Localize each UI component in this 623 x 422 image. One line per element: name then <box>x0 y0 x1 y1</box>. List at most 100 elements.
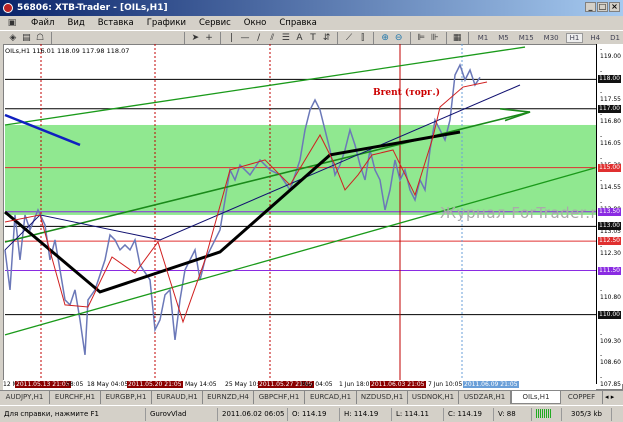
timeframe-m30[interactable]: M30 <box>541 34 562 42</box>
app-menu-icon[interactable]: ▣ <box>6 17 18 29</box>
price-tick: - 109.30 <box>600 331 621 346</box>
level-price-badge: 113.00 <box>598 222 621 231</box>
cursor-icon[interactable]: ➤ <box>191 32 201 44</box>
menu-tools[interactable]: Сервис <box>199 18 231 28</box>
level-price-badge: 113.50 <box>598 207 621 216</box>
status-profile: GurovVlad <box>146 407 218 421</box>
price-tick: - 107.85 <box>600 373 621 388</box>
indicators-icon[interactable]: ▦ <box>452 32 462 44</box>
chart-tabs: AUDJPY,H1 EURCHF,H1 EURGBP,H1 EURAUD,H1 EURN… <box>0 390 623 404</box>
timeframe-m1[interactable]: M1 <box>475 34 492 42</box>
level-price-badge: 112.50 <box>598 237 621 246</box>
autoscroll-icon[interactable]: ⊫ <box>416 32 426 44</box>
status-volume: V: 88 <box>494 407 532 421</box>
price-tick: - 116.05 <box>600 132 621 147</box>
channel-icon[interactable]: ⫽ <box>267 32 277 44</box>
status-low: L: 114.11 <box>392 407 444 421</box>
time-axis[interactable]: 12 May 2011.05.13 21:05 08:05 18 May 04:05 2… <box>3 380 596 390</box>
menu-insert[interactable]: Вставка <box>98 18 134 28</box>
status-datetime: 2011.06.02 06:05 <box>218 407 288 421</box>
close-button[interactable]: × <box>609 2 620 12</box>
menu-help[interactable]: Справка <box>279 18 316 28</box>
time-label: 2011.06.03 21:05 <box>370 381 426 388</box>
chart-tab[interactable]: USDZAR,H1 <box>459 391 511 404</box>
channel-upper-line <box>4 46 526 126</box>
chart-tab[interactable]: NZDUSD,H1 <box>357 391 408 404</box>
time-label: 2011.06.09 21:05 <box>463 381 519 388</box>
status-bar: Для справки, нажмите F1 GurovVlad 2011.0… <box>0 405 623 422</box>
text-icon[interactable]: A <box>295 32 305 44</box>
menu-file[interactable]: Файл <box>31 18 54 28</box>
toolbar: ◈ ▤ ☖ ➤ + | — / ⫽ ☰ A T ⇵ ⟋ ⫿ ⊕ ⊖ ⊫ ⊪ ▦ … <box>0 30 623 44</box>
crosshair-icon[interactable]: + <box>204 32 214 44</box>
minimize-button[interactable]: _ <box>585 2 596 12</box>
symbol-info: OILs,H1 116.01 118.09 117.98 118.07 <box>5 47 130 55</box>
price-tick: - 110.80 <box>600 287 621 302</box>
status-close: C: 114.19 <box>444 407 494 421</box>
chart-tab[interactable]: AUDJPY,H1 <box>0 391 50 404</box>
title-bar: 56806: XTB-Trader - [OILs,H1] _ □ × <box>0 0 623 16</box>
time-label: May 14:05 <box>185 381 217 388</box>
time-label: 2011.05.20 21:05 <box>127 381 183 388</box>
time-label: 1 Jun 18:0 <box>339 381 370 388</box>
zoom-in-icon[interactable]: ⊕ <box>380 32 390 44</box>
time-label: May 04:05 <box>301 381 333 388</box>
timeframe-h1[interactable]: H1 <box>565 32 584 43</box>
timeframe-m5[interactable]: M5 <box>495 34 512 42</box>
chart-tab[interactable]: GBPCHF,H1 <box>254 391 305 404</box>
arrows-icon[interactable]: ⇵ <box>322 32 332 44</box>
chart-tab[interactable]: EURCAD,H1 <box>305 391 357 404</box>
level-price-badge: 111.50 <box>598 266 621 275</box>
support-resistance-zone <box>5 124 596 215</box>
chart-tab[interactable]: EURNZD,H4 <box>203 391 254 404</box>
label-icon[interactable]: T <box>308 32 318 44</box>
price-tick: - 114.55 <box>600 176 621 191</box>
chart-annotation: Brent (торг.) <box>373 88 440 98</box>
chart-tab[interactable]: OILs,H1 <box>511 391 561 404</box>
status-help: Для справки, нажмите F1 <box>0 407 146 421</box>
tab-scroll-arrows-icon[interactable]: ◂ ▸ <box>603 391 616 404</box>
status-traffic: 305/3 kb <box>562 407 612 421</box>
maximize-button[interactable]: □ <box>597 2 608 12</box>
price-tick: - 117.55 <box>600 88 621 103</box>
level-price-badge: 117.00 <box>598 104 621 113</box>
zoom-out-icon[interactable]: ⊖ <box>394 32 404 44</box>
menu-view[interactable]: Вид <box>67 18 84 28</box>
connection-icon <box>532 407 562 421</box>
level-price-badge: 118.00 <box>598 75 621 84</box>
candles-icon[interactable]: ⫿ <box>358 32 368 44</box>
time-label: 18 May 04:05 <box>87 381 129 388</box>
chart-shift-icon[interactable]: ⊪ <box>430 32 440 44</box>
time-label: 7 Jun 10:05 <box>428 381 463 388</box>
chart-tab[interactable]: EURAUD,H1 <box>152 391 203 404</box>
price-tick: - 119.00 <box>600 46 621 60</box>
menu-charts[interactable]: Графики <box>147 18 186 28</box>
market-watch-icon[interactable]: ◈ <box>8 32 18 44</box>
horizontal-line-icon[interactable]: — <box>240 32 250 44</box>
timeframe-d1[interactable]: D1 <box>607 34 623 42</box>
watermark: Журнал ForTrader.ru <box>440 204 608 222</box>
menu-bar: ▣ Файл Вид Вставка Графики Сервис Окно С… <box>0 16 623 30</box>
vertical-line-icon[interactable]: | <box>227 32 237 44</box>
status-open: O: 114.19 <box>288 407 340 421</box>
time-label: 2011.05.13 21:05 <box>15 381 71 388</box>
chart-tab[interactable]: EURGBP,H1 <box>101 391 152 404</box>
terminal-icon[interactable]: ☖ <box>35 32 45 44</box>
price-axis[interactable]: - 119.00- 118.25- 117.55- 116.80- 116.05… <box>596 44 623 388</box>
fibo-icon[interactable]: ☰ <box>281 32 291 44</box>
menu-window[interactable]: Окно <box>244 18 267 28</box>
navigator-icon[interactable]: ▤ <box>22 32 32 44</box>
chart-tab[interactable]: EURCHF,H1 <box>50 391 101 404</box>
chart-tab[interactable]: COPPEF <box>561 391 603 404</box>
chart-tab[interactable]: USDNOK,H1 <box>408 391 459 404</box>
app-icon <box>3 3 13 13</box>
price-tick: - 108.60 <box>600 351 621 366</box>
timeframe-m15[interactable]: M15 <box>516 34 537 42</box>
time-label: 08:05 <box>66 381 84 388</box>
level-price-badge: 110.00 <box>598 310 621 319</box>
line-chart-icon[interactable]: ⟋ <box>344 32 354 44</box>
window-title: 56806: XTB-Trader - [OILs,H1] <box>17 3 168 13</box>
timeframe-h4[interactable]: H4 <box>587 34 603 42</box>
trendline-icon[interactable]: / <box>254 32 264 44</box>
level-price-badge: 115.00 <box>598 163 621 172</box>
